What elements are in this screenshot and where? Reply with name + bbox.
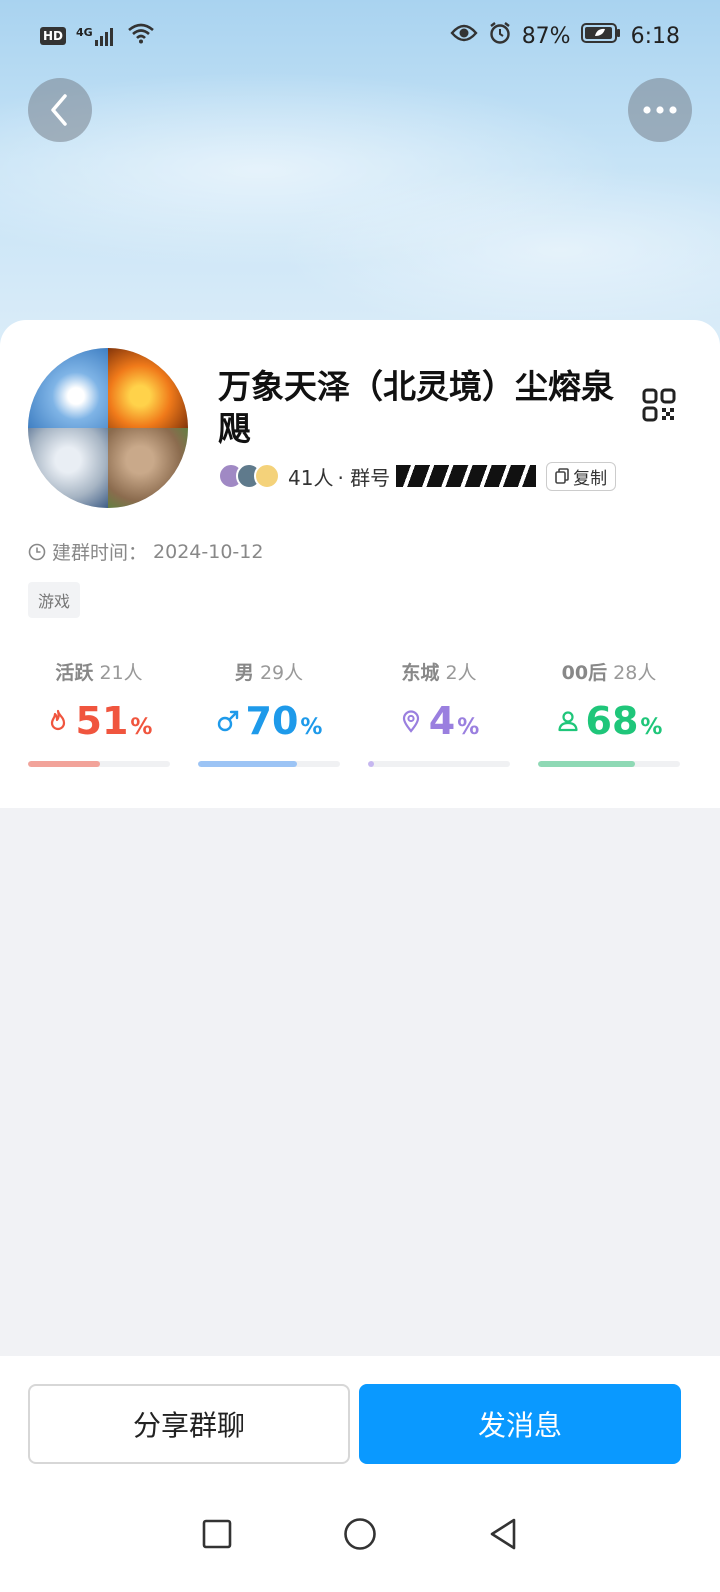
person-icon xyxy=(557,711,578,732)
stat-label: 男 29人 xyxy=(234,662,304,684)
group-info-card: 万象天泽（北灵境）尘熔泉飓 41人 · 群号 复制 建群时间： 2024-10-… xyxy=(0,320,720,808)
created-date: 2024-10-12 xyxy=(153,540,264,563)
system-nav-bar xyxy=(0,1504,720,1564)
stat-bar-fill xyxy=(538,761,635,767)
avatar-quadrant-sky xyxy=(28,348,108,428)
group-name: 万象天泽（北灵境）尘熔泉飓 xyxy=(218,367,614,448)
wifi-icon xyxy=(127,22,155,50)
stat-value: 51% xyxy=(46,699,153,743)
status-right: 87% 6:18 xyxy=(450,21,680,51)
stat-bar xyxy=(368,761,510,767)
battery-percent: 87% xyxy=(521,23,571,49)
status-left: HD 4G xyxy=(40,22,155,50)
stat-label: 活跃 21人 xyxy=(55,662,143,684)
alarm-icon xyxy=(488,21,512,51)
stat-number: 4 xyxy=(428,699,456,743)
stat-value: 68% xyxy=(556,699,663,743)
stat-label: 东城 2人 xyxy=(401,662,477,684)
stat-bar xyxy=(28,761,170,767)
stat-value: 70% xyxy=(216,699,323,743)
created-label: 建群时间： xyxy=(52,542,148,564)
stat-bar-fill xyxy=(198,761,298,767)
stat-unit: % xyxy=(300,715,323,740)
stats-row: 活跃 21人 51% 男 29人 70% 东城 2人 4% 00后 28人 68… xyxy=(28,658,680,767)
member-count[interactable]: 41人 xyxy=(288,462,333,491)
clock-icon xyxy=(28,543,46,560)
stat-bar xyxy=(198,761,340,767)
more-dots-icon xyxy=(643,106,677,114)
category-tag[interactable]: 游戏 xyxy=(28,582,81,618)
created-time: 建群时间： 2024-10-12 xyxy=(28,538,263,565)
group-number-redacted xyxy=(396,465,537,487)
stat-number: 68 xyxy=(585,699,639,743)
group-avatar[interactable] xyxy=(28,348,188,508)
status-bar: HD 4G 87% 6:18 xyxy=(0,14,720,58)
stat-label: 00后 28人 xyxy=(561,662,657,684)
stat-bar-fill xyxy=(28,761,101,767)
male-icon xyxy=(217,710,238,732)
stat-number: 70 xyxy=(245,699,299,743)
recents-square-icon[interactable] xyxy=(201,1518,233,1550)
stat-bar xyxy=(538,761,680,767)
bottom-action-bar: 分享群聊 发消息 xyxy=(0,1356,720,1592)
stat-unit: % xyxy=(457,715,480,740)
stat-bar-fill xyxy=(368,761,374,767)
stat-location[interactable]: 东城 2人 4% xyxy=(368,658,510,767)
more-options-button[interactable] xyxy=(628,78,692,142)
stat-unit: % xyxy=(130,715,153,740)
home-circle-icon[interactable] xyxy=(343,1517,377,1551)
clock-time: 6:18 xyxy=(630,23,680,49)
avatar-quadrant-ice xyxy=(28,428,108,508)
share-group-button[interactable]: 分享群聊 xyxy=(28,1384,350,1464)
copy-label: 复制 xyxy=(573,468,608,489)
copy-button[interactable]: 复制 xyxy=(546,461,617,491)
avatar-quadrant-fire xyxy=(108,348,188,428)
signal-icon: 4G xyxy=(76,26,117,46)
battery-icon xyxy=(580,22,621,50)
group-number-label: · 群号 xyxy=(337,465,391,490)
back-button[interactable] xyxy=(28,78,92,142)
stat-number: 51 xyxy=(75,699,129,743)
send-message-button[interactable]: 发消息 xyxy=(359,1384,681,1464)
chevron-left-icon xyxy=(51,94,67,126)
copy-icon xyxy=(555,468,569,484)
group-meta-row: 41人 · 群号 复制 xyxy=(218,460,617,492)
hd-badge: HD xyxy=(40,27,67,45)
avatar-quadrant-earth xyxy=(108,428,188,508)
member-avatar xyxy=(254,463,280,489)
back-triangle-icon[interactable] xyxy=(487,1517,519,1551)
qr-code-icon[interactable] xyxy=(642,388,676,422)
location-pin-icon xyxy=(402,710,419,733)
stat-age[interactable]: 00后 28人 68% xyxy=(538,658,680,767)
network-type: 4G xyxy=(76,26,93,39)
stat-unit: % xyxy=(640,715,663,740)
eye-icon xyxy=(450,23,478,49)
member-avatars[interactable] xyxy=(218,463,280,489)
flame-icon xyxy=(50,709,65,731)
stat-male[interactable]: 男 29人 70% xyxy=(198,658,340,767)
stat-active[interactable]: 活跃 21人 51% xyxy=(28,658,170,767)
stat-value: 4% xyxy=(399,699,480,743)
